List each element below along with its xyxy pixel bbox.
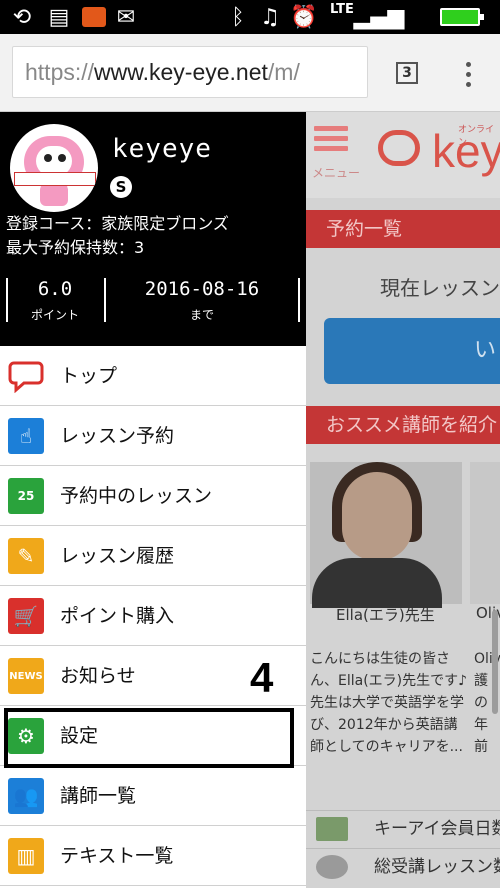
section-header-reservations: 予約一覧 <box>306 210 500 248</box>
news-icon: NEWS <box>8 658 44 694</box>
menu-item-settings[interactable]: ⚙ 設定 <box>0 706 306 768</box>
au-app-icon <box>80 4 108 30</box>
list-item-label: キーアイ会員日数 <box>374 819 500 839</box>
current-lesson-text: 現在レッスン <box>380 276 500 300</box>
battery-icon <box>440 8 484 26</box>
step-number-annotation: 4 <box>250 654 274 701</box>
menu-item-label: 講師一覧 <box>60 785 137 807</box>
scrollbar[interactable] <box>492 610 498 714</box>
menu-label: メニュー <box>312 166 361 180</box>
keyboard-icon: ▤ <box>48 4 70 30</box>
mute-icon: ♫ <box>260 4 280 30</box>
people-icon: 👥 <box>8 778 44 814</box>
hamburger-icon[interactable] <box>314 126 348 156</box>
points-label: ポイント <box>30 308 79 322</box>
touch-tablet-icon: ☝ <box>8 418 44 454</box>
avatar[interactable] <box>10 124 98 212</box>
calendar-icon: 25 <box>8 478 44 514</box>
teacher-description: こんにちは生徒の皆さん、Ella(エラ)先生です♪ 先生は大学で英語学を学び、2… <box>310 651 468 755</box>
lesson-button[interactable]: い <box>324 318 500 384</box>
stats-row: 6.0 ポイント 2016-08-16 まで <box>0 272 306 328</box>
books-icon: ▥ <box>8 838 44 874</box>
teacher-photo[interactable] <box>470 462 500 604</box>
site-logo: key <box>432 125 500 177</box>
divider <box>6 278 8 322</box>
highlight-box <box>4 708 294 768</box>
background-page: メニュー オンライン key 予約一覧 現在レッスン い おススメ講師を紹介 E… <box>306 112 500 888</box>
tab-switcher-button[interactable]: 3 <box>396 62 418 84</box>
points-value: 6.0 <box>37 278 73 300</box>
overflow-menu-icon[interactable] <box>458 60 478 90</box>
skype-icon[interactable]: S <box>110 176 132 198</box>
alarm-icon: ⏰ <box>290 4 318 30</box>
browser-toolbar: https://www.key-eye.net/m/ 3 <box>0 34 500 112</box>
calendar-icon <box>316 817 348 841</box>
site-header: メニュー オンライン key <box>306 112 500 198</box>
network-type: LTE <box>330 2 354 17</box>
menu-item-reserved-lessons[interactable]: 25 予約中のレッスン <box>0 466 306 526</box>
menu-item-label: レッスン履歴 <box>60 545 175 567</box>
navigation-drawer: keyeye S 登録コース：家族限定ブロンズ 最大予約保持数：3 6.0 ポイ… <box>0 112 306 888</box>
url-path: /m/ <box>267 59 300 85</box>
cart-icon: 🛒 <box>8 598 44 634</box>
teacher-name[interactable]: Ella(エラ)先生 <box>336 604 435 625</box>
menu-item-lesson-history[interactable]: ✎ レッスン履歴 <box>0 526 306 586</box>
drawer-menu: トップ ☝ レッスン予約 25 予約中のレッスン ✎ レッスン履歴 🛒 ポイント… <box>0 346 306 886</box>
gear-icon: ⚙ <box>8 718 44 754</box>
url-host: www.key-eye.net <box>94 59 268 85</box>
teacher-photo[interactable] <box>310 462 462 608</box>
edit-note-icon: ✎ <box>8 538 44 574</box>
url-field[interactable]: https://www.key-eye.net/m/ <box>12 46 368 98</box>
expiry-label: まで <box>189 308 214 322</box>
menu-item-label: お知らせ <box>60 665 136 687</box>
menu-item-label: 予約中のレッスン <box>60 485 213 507</box>
menu-item-teacher-list[interactable]: 👥 講師一覧 <box>0 766 306 826</box>
menu-item-label: ポイント購入 <box>60 605 175 627</box>
menu-item-label: 設定 <box>60 725 99 747</box>
bluetooth-icon: ᛒ <box>231 4 245 30</box>
status-bar: ⟲ ▤ ✉ ᛒ ♫ ⏰ LTE ▂▄▆ <box>0 0 500 34</box>
avatar-banner <box>14 172 96 186</box>
stats-icon <box>316 855 348 879</box>
section-header-recommended: おススメ講師を紹介 <box>306 406 500 444</box>
sync-icon: ⟲ <box>12 4 32 30</box>
speech-bubble-icon <box>8 358 44 394</box>
divider <box>104 278 106 322</box>
signal-icon: ▂▄▆ <box>353 4 405 30</box>
menu-item-top[interactable]: トップ <box>0 346 306 406</box>
menu-item-lesson-booking[interactable]: ☝ レッスン予約 <box>0 406 306 466</box>
list-item-label: 総受講レッスン数 <box>374 857 500 877</box>
divider <box>298 278 300 322</box>
url-scheme: https:// <box>25 59 95 85</box>
profile-panel: keyeye S 登録コース：家族限定ブロンズ 最大予約保持数：3 6.0 ポイ… <box>0 112 306 346</box>
menu-item-buy-points[interactable]: 🛒 ポイント購入 <box>0 586 306 646</box>
max-reservations: 最大予約保持数：3 <box>6 238 145 257</box>
registered-course: 登録コース：家族限定ブロンズ <box>6 214 229 233</box>
username: keyeye <box>112 134 212 164</box>
course-info: 登録コース：家族限定ブロンズ 最大予約保持数：3 <box>6 212 229 260</box>
gmail-icon: ✉ <box>116 4 136 30</box>
list-item[interactable]: キーアイ会員日数 <box>306 810 500 846</box>
logo-bubble-icon <box>378 130 420 166</box>
list-item[interactable]: 総受講レッスン数 <box>306 848 500 884</box>
menu-item-text-list[interactable]: ▥ テキスト一覧 <box>0 826 306 886</box>
menu-item-label: テキスト一覧 <box>60 845 174 867</box>
expiry-date: 2016-08-16 <box>144 278 260 300</box>
menu-item-label: レッスン予約 <box>60 425 175 447</box>
menu-item-label: トップ <box>60 365 118 387</box>
